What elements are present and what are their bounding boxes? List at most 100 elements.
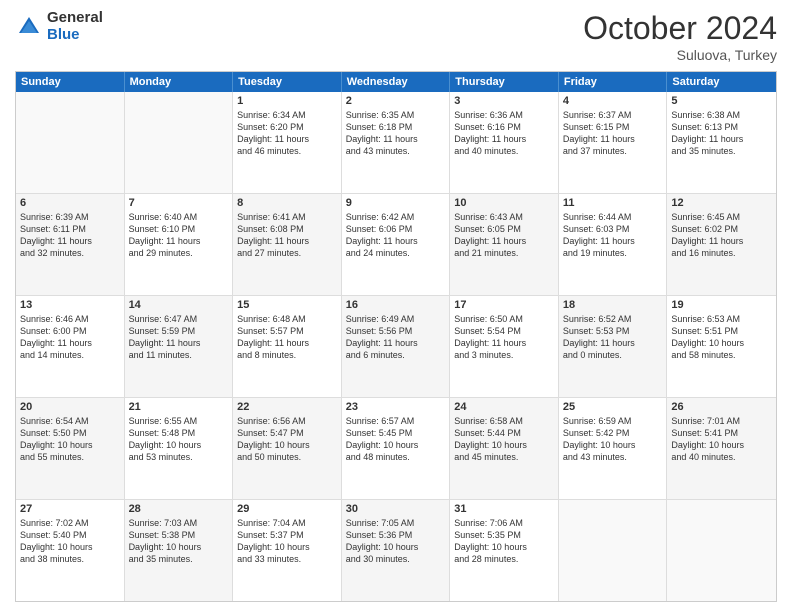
cell-line: Daylight: 11 hours — [237, 235, 337, 247]
header: General Blue October 2024 Suluova, Turke… — [15, 10, 777, 63]
calendar-cell — [559, 500, 668, 601]
cell-line: Daylight: 10 hours — [454, 541, 554, 553]
day-number: 26 — [671, 401, 772, 413]
cell-line: and 48 minutes. — [346, 451, 446, 463]
calendar-cell: 5Sunrise: 6:38 AMSunset: 6:13 PMDaylight… — [667, 92, 776, 193]
day-number: 15 — [237, 299, 337, 311]
cell-line: Daylight: 10 hours — [237, 541, 337, 553]
cell-line: and 11 minutes. — [129, 349, 229, 361]
weekday-header: Thursday — [450, 72, 559, 92]
weekday-header: Tuesday — [233, 72, 342, 92]
calendar-cell: 31Sunrise: 7:06 AMSunset: 5:35 PMDayligh… — [450, 500, 559, 601]
day-number: 21 — [129, 401, 229, 413]
cell-line: Daylight: 10 hours — [20, 541, 120, 553]
calendar-cell — [667, 500, 776, 601]
cell-line: Sunrise: 6:52 AM — [563, 313, 663, 325]
cell-line: Daylight: 11 hours — [563, 133, 663, 145]
cell-line: and 28 minutes. — [454, 553, 554, 565]
calendar-cell: 6Sunrise: 6:39 AMSunset: 6:11 PMDaylight… — [16, 194, 125, 295]
day-number: 1 — [237, 95, 337, 107]
calendar-header: SundayMondayTuesdayWednesdayThursdayFrid… — [16, 72, 776, 92]
cell-line: Sunrise: 6:53 AM — [671, 313, 772, 325]
cell-line: Sunset: 6:15 PM — [563, 121, 663, 133]
cell-line: Sunset: 6:20 PM — [237, 121, 337, 133]
cell-line: Sunset: 6:18 PM — [346, 121, 446, 133]
cell-line: Sunset: 5:53 PM — [563, 325, 663, 337]
calendar-cell: 18Sunrise: 6:52 AMSunset: 5:53 PMDayligh… — [559, 296, 668, 397]
calendar-cell: 19Sunrise: 6:53 AMSunset: 5:51 PMDayligh… — [667, 296, 776, 397]
day-number: 27 — [20, 503, 120, 515]
cell-line: and 8 minutes. — [237, 349, 337, 361]
cell-line: and 37 minutes. — [563, 145, 663, 157]
cell-line: Sunset: 6:10 PM — [129, 223, 229, 235]
calendar-cell: 2Sunrise: 6:35 AMSunset: 6:18 PMDaylight… — [342, 92, 451, 193]
cell-line: Sunrise: 7:03 AM — [129, 517, 229, 529]
cell-line: Sunrise: 6:40 AM — [129, 211, 229, 223]
calendar-cell: 1Sunrise: 6:34 AMSunset: 6:20 PMDaylight… — [233, 92, 342, 193]
cell-line: and 35 minutes. — [129, 553, 229, 565]
calendar-cell: 22Sunrise: 6:56 AMSunset: 5:47 PMDayligh… — [233, 398, 342, 499]
calendar-cell: 25Sunrise: 6:59 AMSunset: 5:42 PMDayligh… — [559, 398, 668, 499]
calendar-cell — [16, 92, 125, 193]
calendar-cell: 24Sunrise: 6:58 AMSunset: 5:44 PMDayligh… — [450, 398, 559, 499]
day-number: 5 — [671, 95, 772, 107]
weekday-header: Saturday — [667, 72, 776, 92]
calendar-body: 1Sunrise: 6:34 AMSunset: 6:20 PMDaylight… — [16, 92, 776, 601]
cell-line: Sunset: 6:08 PM — [237, 223, 337, 235]
cell-line: Sunset: 5:40 PM — [20, 529, 120, 541]
cell-line: Sunrise: 6:44 AM — [563, 211, 663, 223]
cell-line: Sunrise: 7:04 AM — [237, 517, 337, 529]
day-number: 28 — [129, 503, 229, 515]
cell-line: Sunrise: 6:43 AM — [454, 211, 554, 223]
calendar: SundayMondayTuesdayWednesdayThursdayFrid… — [15, 71, 777, 602]
calendar-cell: 17Sunrise: 6:50 AMSunset: 5:54 PMDayligh… — [450, 296, 559, 397]
cell-line: Sunset: 6:00 PM — [20, 325, 120, 337]
cell-line: and 40 minutes. — [671, 451, 772, 463]
cell-line: Sunrise: 6:37 AM — [563, 109, 663, 121]
cell-line: Daylight: 11 hours — [129, 235, 229, 247]
cell-line: Daylight: 10 hours — [671, 337, 772, 349]
calendar-cell: 16Sunrise: 6:49 AMSunset: 5:56 PMDayligh… — [342, 296, 451, 397]
day-number: 25 — [563, 401, 663, 413]
cell-line: Daylight: 10 hours — [563, 439, 663, 451]
day-number: 23 — [346, 401, 446, 413]
cell-line: Sunrise: 6:41 AM — [237, 211, 337, 223]
day-number: 12 — [671, 197, 772, 209]
cell-line: Daylight: 10 hours — [129, 439, 229, 451]
weekday-header: Friday — [559, 72, 668, 92]
calendar-cell: 7Sunrise: 6:40 AMSunset: 6:10 PMDaylight… — [125, 194, 234, 295]
cell-line: Daylight: 11 hours — [346, 235, 446, 247]
calendar-cell: 11Sunrise: 6:44 AMSunset: 6:03 PMDayligh… — [559, 194, 668, 295]
cell-line: Sunrise: 6:50 AM — [454, 313, 554, 325]
cell-line: and 33 minutes. — [237, 553, 337, 565]
calendar-cell: 21Sunrise: 6:55 AMSunset: 5:48 PMDayligh… — [125, 398, 234, 499]
cell-line: and 40 minutes. — [454, 145, 554, 157]
cell-line: Sunset: 6:16 PM — [454, 121, 554, 133]
cell-line: Sunset: 5:37 PM — [237, 529, 337, 541]
weekday-header: Monday — [125, 72, 234, 92]
day-number: 2 — [346, 95, 446, 107]
cell-line: and 0 minutes. — [563, 349, 663, 361]
logo: General Blue — [15, 10, 103, 43]
cell-line: Daylight: 11 hours — [671, 235, 772, 247]
logo-general-text: General — [47, 10, 103, 27]
location-subtitle: Suluova, Turkey — [583, 47, 777, 63]
cell-line: Daylight: 10 hours — [671, 439, 772, 451]
calendar-cell: 27Sunrise: 7:02 AMSunset: 5:40 PMDayligh… — [16, 500, 125, 601]
cell-line: Daylight: 10 hours — [454, 439, 554, 451]
cell-line: and 53 minutes. — [129, 451, 229, 463]
cell-line: and 30 minutes. — [346, 553, 446, 565]
cell-line: and 16 minutes. — [671, 247, 772, 259]
calendar-row: 6Sunrise: 6:39 AMSunset: 6:11 PMDaylight… — [16, 194, 776, 296]
cell-line: Sunrise: 6:48 AM — [237, 313, 337, 325]
cell-line: Daylight: 11 hours — [20, 337, 120, 349]
day-number: 3 — [454, 95, 554, 107]
cell-line: Sunrise: 6:45 AM — [671, 211, 772, 223]
cell-line: Sunset: 5:41 PM — [671, 427, 772, 439]
cell-line: Sunset: 5:50 PM — [20, 427, 120, 439]
cell-line: Sunrise: 6:39 AM — [20, 211, 120, 223]
cell-line: Sunrise: 6:35 AM — [346, 109, 446, 121]
cell-line: Sunrise: 6:46 AM — [20, 313, 120, 325]
day-number: 20 — [20, 401, 120, 413]
cell-line: Sunrise: 6:58 AM — [454, 415, 554, 427]
